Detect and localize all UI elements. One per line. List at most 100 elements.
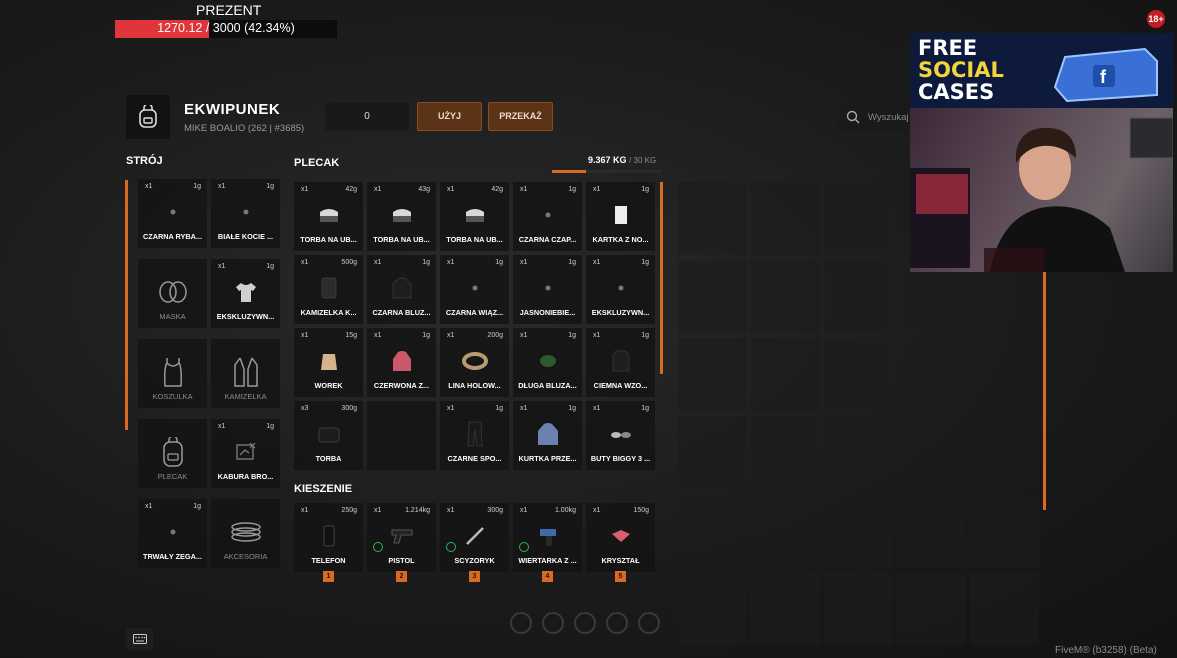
ground-empty-slot[interactable] <box>751 572 820 645</box>
pocket-item-slot[interactable]: x1 300g SCYZORYK <box>440 503 509 572</box>
ground-empty-slot[interactable] <box>897 572 966 645</box>
outfit-category-slot[interactable]: KAMIZELKA <box>211 339 280 408</box>
outfit-item-slot[interactable]: x1 1g BIAŁE KOCIE ... <box>211 179 280 248</box>
outfit-item-slot[interactable]: x1 1g EKSKLUZYWN... <box>211 259 280 328</box>
outfit-scrollbar[interactable] <box>125 180 128 430</box>
item-weight: 42g <box>491 186 503 193</box>
pockets-title: KIESZENIE <box>294 483 353 495</box>
hud-circle-icon <box>542 612 564 634</box>
ground-empty-slot[interactable] <box>751 338 820 411</box>
item-icon <box>513 272 582 304</box>
backpack-item-slot[interactable]: x1 1g DŁUGA BLUZA... <box>513 328 582 397</box>
item-count: x1 <box>520 507 528 514</box>
backpack-item-slot[interactable]: x1 42g TORBA NA UB... <box>440 182 509 251</box>
outfit-category-slot[interactable]: MASKA <box>138 259 207 328</box>
item-weight: 300g <box>341 405 357 412</box>
ground-empty-slot[interactable] <box>897 494 966 567</box>
backpack-item-slot[interactable]: x1 43g TORBA NA UB... <box>367 182 436 251</box>
item-name: KOSZULKA <box>152 392 193 401</box>
ground-empty-slot[interactable] <box>824 260 893 333</box>
item-name: WOREK <box>314 381 343 390</box>
outfit-category-slot[interactable]: KOSZULKA <box>138 339 207 408</box>
hotkey-badge: 4 <box>542 571 553 582</box>
shirt-icon <box>211 276 280 308</box>
hotkey-badge: 2 <box>396 571 407 582</box>
backpack-item-slot[interactable]: x1 1g JASNONIEBIE... <box>513 255 582 324</box>
ground-empty-slot[interactable] <box>678 494 747 567</box>
pants-icon <box>440 418 509 450</box>
promo-line-1: FREE <box>918 36 978 60</box>
ground-empty-slot[interactable] <box>751 416 820 489</box>
use-button[interactable]: UŻYJ <box>417 102 482 131</box>
ground-empty-slot[interactable] <box>751 182 820 255</box>
give-button[interactable]: PRZEKAŻ <box>488 102 553 131</box>
backpack-item-slot[interactable]: x1 1g CZARNA BLUZ... <box>367 255 436 324</box>
backpack-item-slot[interactable]: x1 1g CZARNA CZAP... <box>513 182 582 251</box>
case-icon: f <box>1053 47 1158 103</box>
backpack-item-slot[interactable]: x1 42g TORBA NA UB... <box>294 182 363 251</box>
item-weight: 1g <box>568 186 576 193</box>
outfit-item-slot[interactable]: x1 1g KABURA BRO... <box>211 419 280 488</box>
pocket-item-slot[interactable]: x1 1.00kg WIERTARKA Z ... <box>513 503 582 572</box>
ground-empty-slot[interactable] <box>678 260 747 333</box>
tie-icon <box>440 272 509 304</box>
ground-empty-slot[interactable] <box>970 572 1039 645</box>
ground-empty-slot[interactable] <box>970 338 1039 411</box>
ground-scrollbar[interactable] <box>1043 272 1046 510</box>
item-weight: 1g <box>422 332 430 339</box>
ground-empty-slot[interactable] <box>824 338 893 411</box>
outfit-category-slot[interactable]: AKCESORIA <box>211 499 280 568</box>
ground-empty-slot[interactable] <box>678 182 747 255</box>
item-count: x1 <box>593 259 601 266</box>
ground-empty-slot[interactable] <box>678 572 747 645</box>
green-item-icon <box>513 345 582 377</box>
item-name: PLECAK <box>157 472 188 481</box>
backpack-item-slot[interactable]: x1 1g CZERWONA Z... <box>367 328 436 397</box>
item-weight: 1g <box>495 259 503 266</box>
progress-text: 1270.12 / 3000 (42.34%) <box>157 21 295 35</box>
quantity-input[interactable]: 0 <box>325 103 409 131</box>
backpack-item-slot[interactable]: x1 1g KARTKA Z NO... <box>586 182 655 251</box>
ground-empty-slot[interactable] <box>897 338 966 411</box>
backpack-item-slot[interactable]: x1 200g LINA HOLOW... <box>440 328 509 397</box>
ground-empty-slot[interactable] <box>824 572 893 645</box>
outfit-category-slot[interactable]: PLECAK <box>138 419 207 488</box>
pocket-item-slot[interactable]: x1 1.214kg PISTOL <box>367 503 436 572</box>
item-weight: 500g <box>341 259 357 266</box>
phone-icon <box>294 520 363 552</box>
ground-empty-slot[interactable] <box>970 494 1039 567</box>
backpack-item-slot[interactable]: x3 300g TORBA <box>294 401 363 470</box>
ground-empty-slot[interactable] <box>751 494 820 567</box>
empty-slot[interactable] <box>367 401 436 470</box>
backpack-item-slot[interactable]: x1 1g BUTY BIGGY 3 ... <box>586 401 655 470</box>
backpack-item-slot[interactable]: x1 1g CZARNA WIĄZ... <box>440 255 509 324</box>
ground-empty-slot[interactable] <box>970 416 1039 489</box>
backpack-item-slot[interactable]: x1 1g EKSKLUZYWN... <box>586 255 655 324</box>
item-count: x3 <box>301 405 309 412</box>
item-count: x1 <box>218 263 226 270</box>
search-input[interactable]: Wyszukaj <box>838 103 918 131</box>
backpack-item-slot[interactable]: x1 1g KURTKA PRZE... <box>513 401 582 470</box>
ground-empty-slot[interactable] <box>751 260 820 333</box>
ground-empty-slot[interactable] <box>678 338 747 411</box>
keyboard-icon[interactable] <box>126 628 153 650</box>
pocket-item-slot[interactable]: x1 150g KRYSZTAŁ <box>586 503 655 572</box>
backpack-item-slot[interactable]: x1 1g CZARNE SPO... <box>440 401 509 470</box>
backpack-weight-bar <box>552 170 662 173</box>
ground-empty-slot[interactable] <box>678 416 747 489</box>
hotkey-badge: 5 <box>615 571 626 582</box>
outfit-item-slot[interactable]: x1 1g CZARNA RYBA... <box>138 179 207 248</box>
ground-empty-slot[interactable] <box>824 182 893 255</box>
pocket-item-slot[interactable]: x1 250g TELEFON <box>294 503 363 572</box>
item-weight: 1g <box>422 259 430 266</box>
ground-empty-slot[interactable] <box>824 416 893 489</box>
item-weight: 43g <box>418 186 430 193</box>
backpack-scrollbar[interactable] <box>660 182 663 374</box>
backpack-item-slot[interactable]: x1 1g CIEMNA WZO... <box>586 328 655 397</box>
ground-empty-slot[interactable] <box>897 416 966 489</box>
backpack-item-slot[interactable]: x1 500g KAMIZELKA K... <box>294 255 363 324</box>
ground-empty-slot[interactable] <box>824 494 893 567</box>
outfit-item-slot[interactable]: x1 1g TRWAŁY ZEGA... <box>138 499 207 568</box>
backpack-item-slot[interactable]: x1 15g WOREK <box>294 328 363 397</box>
accessories-icon <box>211 516 280 548</box>
